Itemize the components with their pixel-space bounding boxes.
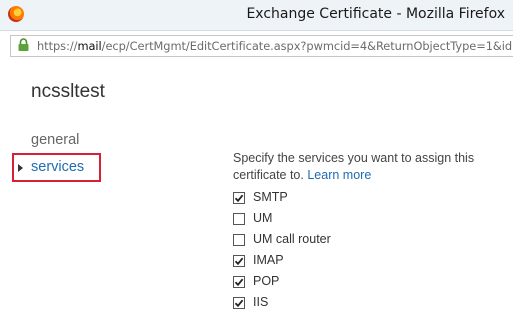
nav-item-general[interactable]: general (31, 132, 79, 148)
checkmark-icon (234, 194, 244, 203)
services-checkbox-list: SMTP UM UM call router IMAP POP IIS (233, 190, 373, 316)
checkbox-label: UM call router (253, 232, 331, 246)
lock-icon (18, 38, 29, 51)
firefox-icon (8, 6, 24, 22)
window-title: Exchange Certificate - Mozilla Firefox (246, 6, 505, 22)
checkbox-label: SMTP (253, 190, 288, 204)
checkbox-label: IMAP (253, 253, 284, 267)
checkbox[interactable] (233, 234, 245, 246)
checkmark-icon (234, 257, 244, 266)
service-option[interactable]: IMAP (233, 253, 373, 274)
checkbox-label: IIS (253, 295, 269, 309)
checkmark-icon (234, 299, 244, 308)
service-option[interactable]: POP (233, 274, 373, 295)
service-option[interactable]: IIS (233, 295, 373, 316)
url-prefix: https:// (37, 39, 78, 53)
service-option[interactable]: UM (233, 211, 373, 232)
checkmark-icon (234, 278, 244, 287)
url-rest: /ecp/CertMgmt/EditCertificate.aspx?pwmci… (101, 39, 513, 53)
service-option[interactable]: UM call router (233, 232, 373, 253)
services-instructions: Specify the services you want to assign … (233, 150, 503, 184)
service-option[interactable]: SMTP (233, 190, 373, 211)
checkbox-label: UM (253, 211, 273, 225)
learn-more-link[interactable]: Learn more (307, 168, 371, 182)
url-text[interactable]: https://mail/ecp/CertMgmt/EditCertificat… (37, 39, 513, 53)
checkbox[interactable] (233, 276, 245, 288)
nav-item-services-label: services (31, 159, 85, 175)
checkbox[interactable] (233, 192, 245, 204)
checkbox[interactable] (233, 255, 245, 267)
url-domain: mail (77, 39, 102, 53)
title-bar: Exchange Certificate - Mozilla Firefox (0, 0, 513, 31)
checkbox[interactable] (233, 213, 245, 225)
page-title: ncssltest (31, 81, 105, 102)
address-bar[interactable]: https://mail/ecp/CertMgmt/EditCertificat… (10, 35, 513, 57)
checkbox-label: POP (253, 274, 280, 288)
selected-arrow-icon (18, 164, 23, 172)
checkbox[interactable] (233, 297, 245, 309)
nav-item-services[interactable]: services (12, 153, 101, 182)
